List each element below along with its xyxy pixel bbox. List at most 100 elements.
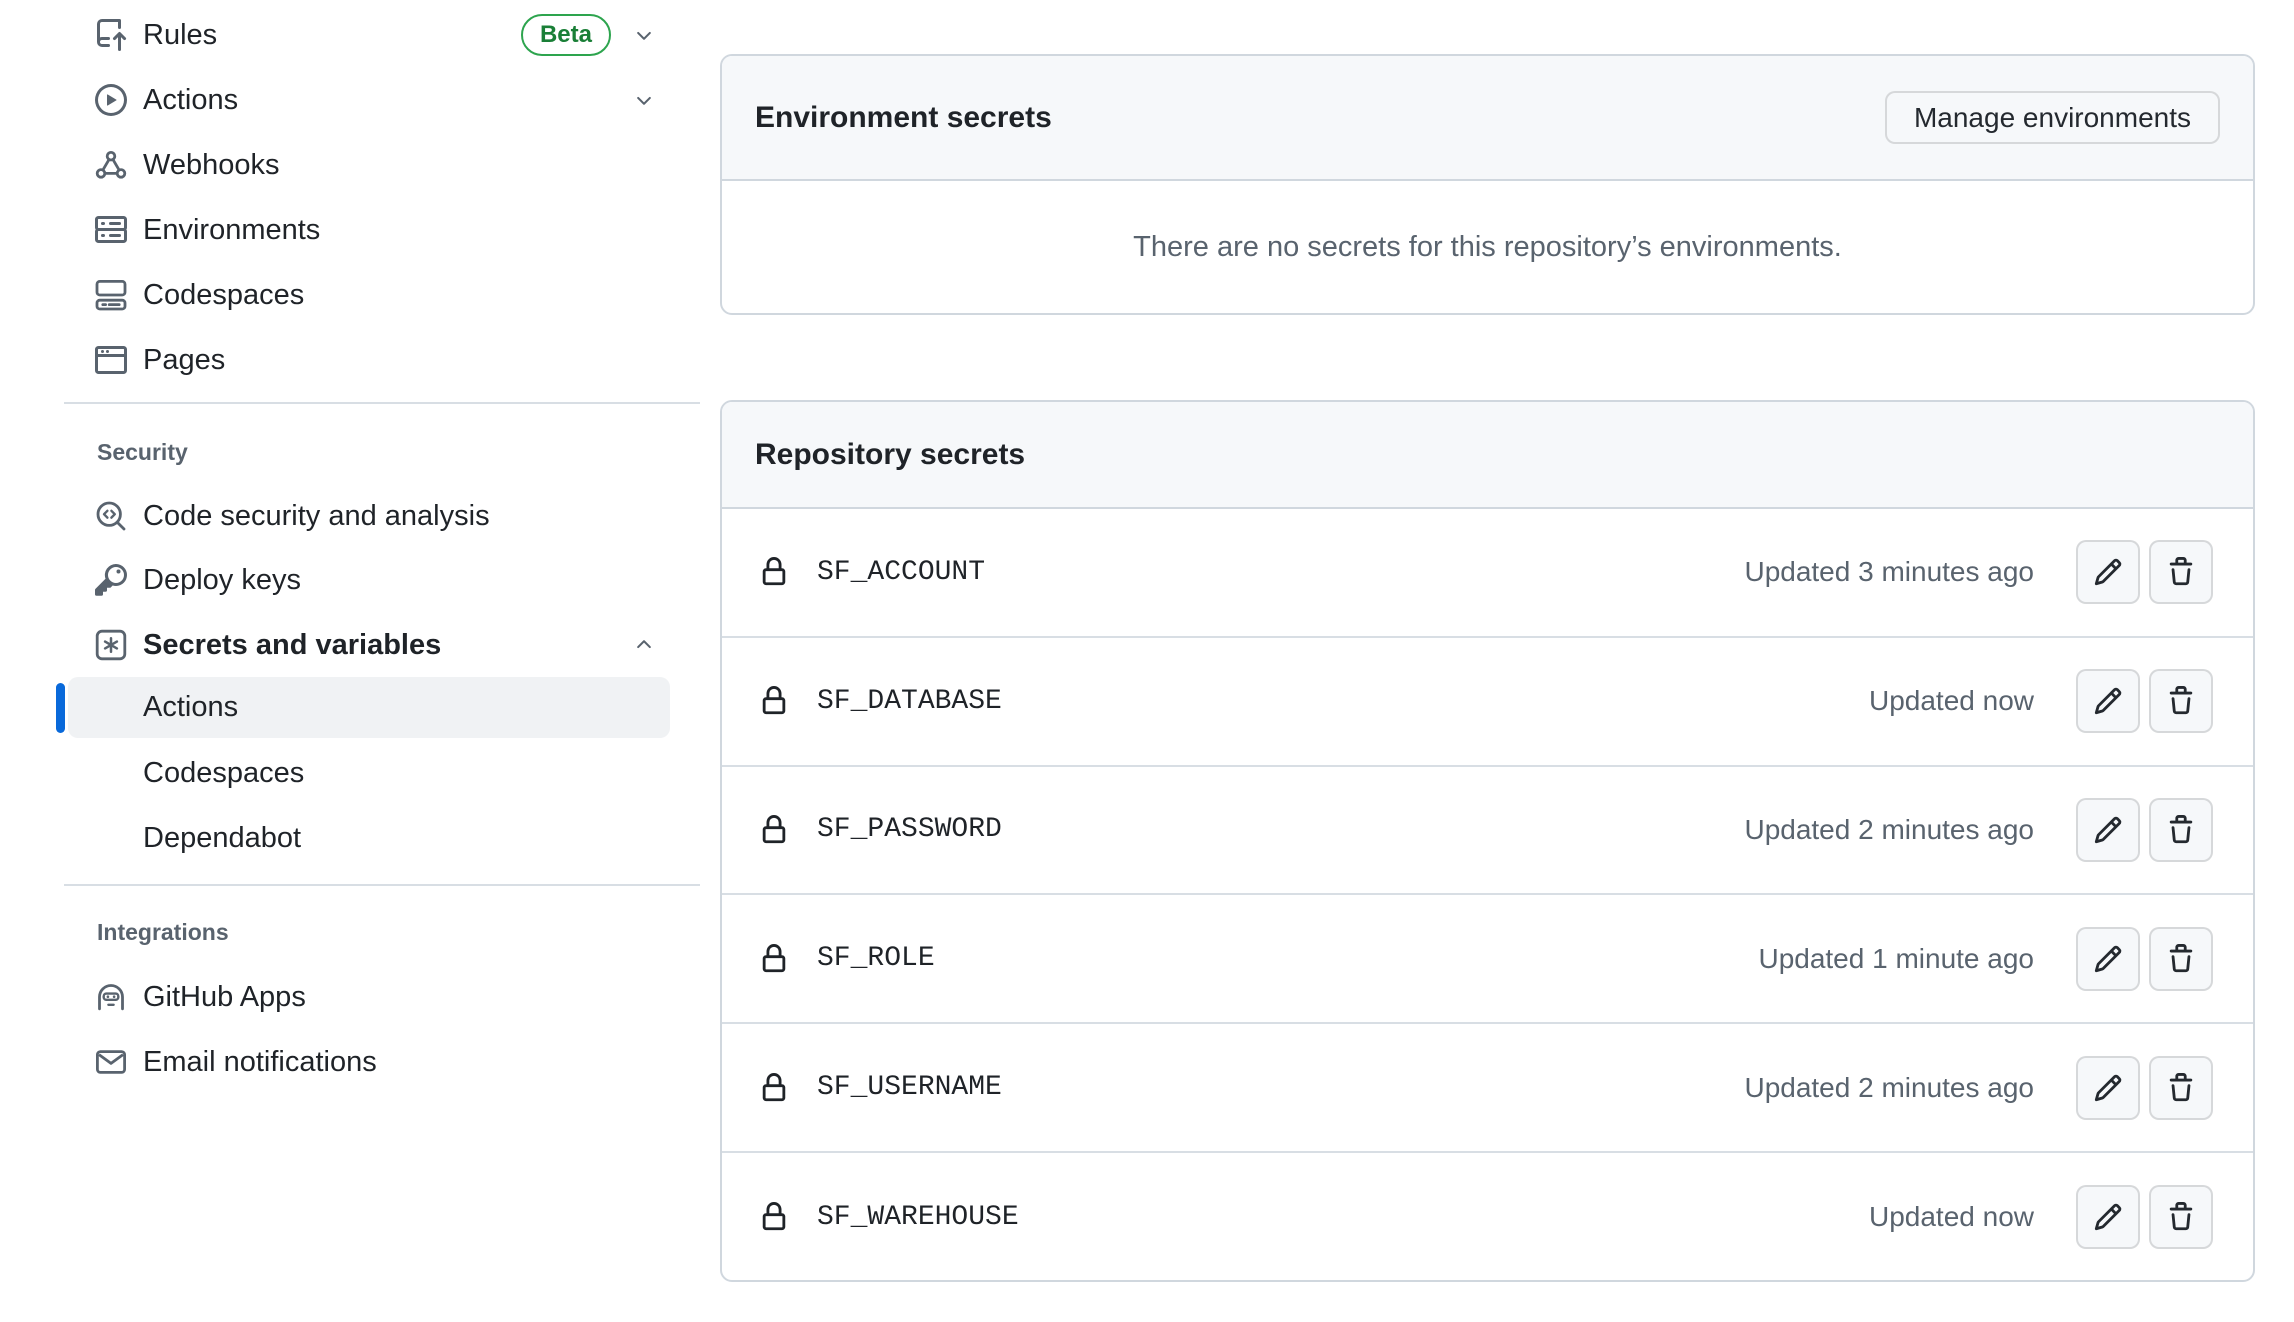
sidebar-section-security: Security bbox=[97, 436, 188, 468]
repository-secrets-header: Repository secrets bbox=[722, 402, 2253, 509]
github-repo-settings-page: Rules Beta Actions Webhooks Environments… bbox=[0, 0, 2294, 1322]
codescan-icon bbox=[95, 500, 127, 532]
sidebar-item-environments[interactable]: Environments bbox=[0, 198, 706, 262]
delete-secret-button[interactable] bbox=[2149, 798, 2213, 862]
trash-icon bbox=[2166, 1202, 2196, 1232]
sidebar-subitem-dependabot[interactable]: Dependabot bbox=[0, 806, 706, 870]
secret-updated: Updated 1 minute ago bbox=[1758, 943, 2034, 975]
panel-title: Repository secrets bbox=[755, 438, 1025, 472]
trash-icon bbox=[2166, 815, 2196, 845]
sidebar-item-deploy-keys[interactable]: Deploy keys bbox=[0, 548, 706, 612]
secret-name: SF_USERNAME bbox=[817, 1072, 1002, 1103]
trash-icon bbox=[2166, 686, 2196, 716]
sidebar-item-label: Environments bbox=[143, 214, 320, 247]
edit-secret-button[interactable] bbox=[2076, 1056, 2140, 1120]
sidebar-item-label: Webhooks bbox=[143, 149, 280, 182]
trash-icon bbox=[2166, 944, 2196, 974]
chevron-down-icon bbox=[633, 89, 655, 111]
codespaces-icon bbox=[95, 279, 127, 311]
sidebar-item-email-notifications[interactable]: Email notifications bbox=[0, 1030, 706, 1094]
sidebar-item-label: Codespaces bbox=[143, 757, 304, 790]
sidebar-subitem-codespaces[interactable]: Codespaces bbox=[0, 741, 706, 805]
chevron-up-icon bbox=[633, 634, 655, 656]
edit-secret-button[interactable] bbox=[2076, 540, 2140, 604]
secret-name: SF_WAREHOUSE bbox=[817, 1202, 1019, 1233]
edit-secret-button[interactable] bbox=[2076, 798, 2140, 862]
browser-icon bbox=[95, 344, 127, 376]
sidebar-item-github-apps[interactable]: GitHub Apps bbox=[0, 965, 706, 1029]
server-icon bbox=[95, 214, 127, 246]
secret-row: SF_ROLE Updated 1 minute ago bbox=[722, 895, 2253, 1024]
trash-icon bbox=[2166, 557, 2196, 587]
webhook-icon bbox=[95, 149, 127, 181]
environment-secrets-empty-state: There are no secrets for this repository… bbox=[722, 181, 2253, 313]
sidebar-item-label: GitHub Apps bbox=[143, 981, 306, 1014]
sidebar-item-actions[interactable]: Actions bbox=[0, 68, 706, 132]
sidebar-section-integrations: Integrations bbox=[97, 916, 229, 948]
secret-updated: Updated now bbox=[1869, 1201, 2034, 1233]
secret-name: SF_ACCOUNT bbox=[817, 557, 985, 588]
secret-row: SF_PASSWORD Updated 2 minutes ago bbox=[722, 767, 2253, 896]
lock-icon bbox=[759, 557, 789, 587]
sidebar-item-label: Actions bbox=[143, 691, 238, 724]
repo-push-icon bbox=[95, 19, 127, 51]
lock-icon bbox=[759, 686, 789, 716]
manage-environments-button[interactable]: Manage environments bbox=[1885, 91, 2220, 144]
pencil-icon bbox=[2093, 1202, 2123, 1232]
selected-indicator-bar bbox=[56, 683, 65, 733]
sidebar-item-secrets-and-variables[interactable]: Secrets and variables bbox=[0, 613, 706, 677]
secret-updated: Updated now bbox=[1869, 685, 2034, 717]
trash-icon bbox=[2166, 1073, 2196, 1103]
secret-updated: Updated 3 minutes ago bbox=[1744, 556, 2034, 588]
repository-secrets-panel: Repository secrets SF_ACCOUNT Updated 3 … bbox=[720, 400, 2255, 1282]
sidebar-divider bbox=[64, 884, 700, 886]
delete-secret-button[interactable] bbox=[2149, 669, 2213, 733]
sidebar-item-codespaces[interactable]: Codespaces bbox=[0, 263, 706, 327]
sidebar-item-code-security[interactable]: Code security and analysis bbox=[0, 484, 706, 548]
pencil-icon bbox=[2093, 557, 2123, 587]
sidebar-item-label: Code security and analysis bbox=[143, 500, 490, 533]
secret-row: SF_USERNAME Updated 2 minutes ago bbox=[722, 1024, 2253, 1153]
sidebar-item-webhooks[interactable]: Webhooks bbox=[0, 133, 706, 197]
sidebar-item-label: Rules bbox=[143, 19, 217, 52]
lock-icon bbox=[759, 1202, 789, 1232]
chevron-down-icon bbox=[633, 24, 655, 46]
sidebar-item-label: Actions bbox=[143, 84, 238, 117]
mail-icon bbox=[95, 1046, 127, 1078]
empty-state-message: There are no secrets for this repository… bbox=[1133, 231, 1842, 264]
beta-badge: Beta bbox=[521, 14, 611, 56]
sidebar-item-label: Secrets and variables bbox=[143, 629, 441, 662]
secret-updated: Updated 2 minutes ago bbox=[1744, 1072, 2034, 1104]
secret-name: SF_DATABASE bbox=[817, 686, 1002, 717]
secret-row: SF_DATABASE Updated now bbox=[722, 638, 2253, 767]
sidebar-item-label: Codespaces bbox=[143, 279, 304, 312]
delete-secret-button[interactable] bbox=[2149, 1056, 2213, 1120]
play-icon bbox=[95, 84, 127, 116]
settings-sidebar: Rules Beta Actions Webhooks Environments… bbox=[0, 0, 706, 1322]
environment-secrets-panel: Environment secrets Manage environments … bbox=[720, 54, 2255, 315]
delete-secret-button[interactable] bbox=[2149, 540, 2213, 604]
lock-icon bbox=[759, 944, 789, 974]
edit-secret-button[interactable] bbox=[2076, 669, 2140, 733]
panel-title: Environment secrets bbox=[755, 101, 1052, 135]
asterisk-box-icon bbox=[95, 629, 127, 661]
delete-secret-button[interactable] bbox=[2149, 1185, 2213, 1249]
sidebar-item-pages[interactable]: Pages bbox=[0, 328, 706, 392]
sidebar-item-label: Pages bbox=[143, 344, 225, 377]
pencil-icon bbox=[2093, 1073, 2123, 1103]
secret-name: SF_PASSWORD bbox=[817, 814, 1002, 845]
edit-secret-button[interactable] bbox=[2076, 1185, 2140, 1249]
pencil-icon bbox=[2093, 815, 2123, 845]
secret-row: SF_WAREHOUSE Updated now bbox=[722, 1153, 2253, 1282]
secret-row: SF_ACCOUNT Updated 3 minutes ago bbox=[722, 509, 2253, 638]
lock-icon bbox=[759, 815, 789, 845]
delete-secret-button[interactable] bbox=[2149, 927, 2213, 991]
edit-secret-button[interactable] bbox=[2076, 927, 2140, 991]
lock-icon bbox=[759, 1073, 789, 1103]
sidebar-subitem-actions-selected[interactable]: Actions bbox=[68, 677, 670, 738]
sidebar-item-label: Email notifications bbox=[143, 1046, 377, 1079]
environment-secrets-header: Environment secrets Manage environments bbox=[722, 56, 2253, 181]
sidebar-item-label: Dependabot bbox=[143, 822, 301, 855]
hubot-icon bbox=[95, 981, 127, 1013]
sidebar-item-rules[interactable]: Rules Beta bbox=[0, 3, 706, 67]
